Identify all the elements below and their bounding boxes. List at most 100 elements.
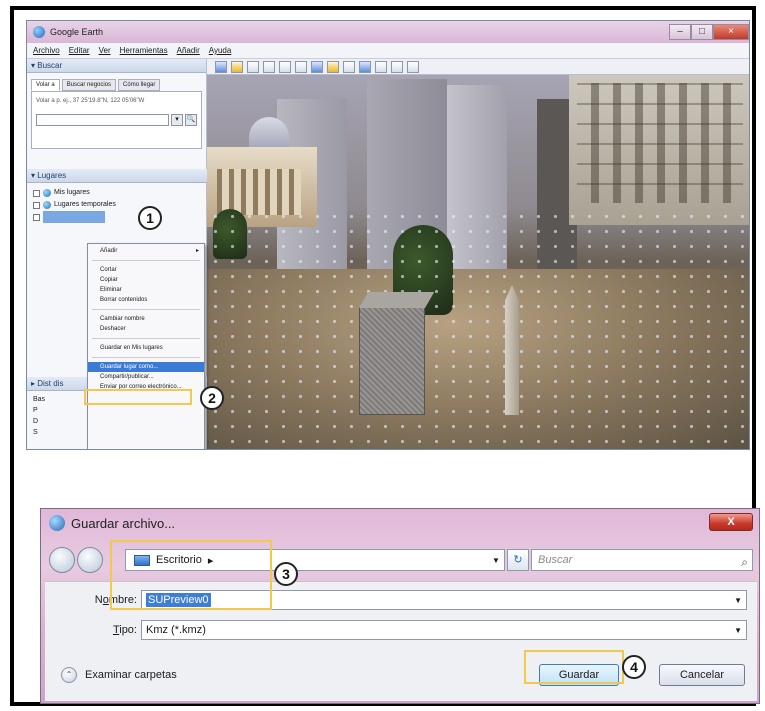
menu-item-deshacer[interactable]: Deshacer — [88, 324, 204, 334]
record-tour-icon[interactable] — [295, 60, 307, 73]
tab-como-llegar[interactable]: Cómo llegar — [118, 79, 161, 91]
menu-item-borrar-contenidos[interactable]: Borrar contenidos — [88, 295, 204, 305]
minimize-button[interactable]: – — [669, 24, 691, 40]
browse-folders-label[interactable]: Examinar carpetas — [85, 669, 177, 681]
google-earth-logo-icon — [33, 26, 45, 38]
save-file-dialog: Guardar archivo... X Escritorio ▸ ▼ ↻ Bu… — [40, 508, 760, 704]
google-earth-window: Google Earth – □ × Archivo Editar Ver He… — [26, 20, 750, 450]
dialog-title-bar: Guardar archivo... — [41, 509, 759, 537]
search-tabs: Volar a Buscar negocios Cómo llegar — [27, 73, 206, 91]
chevron-down-icon[interactable]: ▼ — [734, 596, 742, 605]
tree-item-lugares-temporales[interactable]: Lugares temporales — [33, 199, 201, 211]
sun-icon[interactable] — [327, 60, 339, 73]
places-panel-header[interactable]: ▾ Lugares — [27, 169, 207, 183]
google-maps-icon[interactable] — [407, 60, 419, 73]
checkbox-icon[interactable] — [33, 213, 40, 221]
chevron-down-icon[interactable]: ▼ — [488, 556, 504, 565]
cancel-button[interactable]: Cancelar — [659, 664, 745, 686]
menu-item-cortar[interactable]: Cortar — [88, 265, 204, 275]
browse-folders-toggle[interactable]: ⌃ Examinar carpetas — [61, 667, 177, 683]
planets-icon[interactable] — [343, 60, 355, 73]
checkbox-icon[interactable] — [33, 189, 40, 197]
tab-buscar-negocios[interactable]: Buscar negocios — [61, 79, 117, 91]
obelisk — [505, 285, 519, 415]
selected-place[interactable] — [43, 211, 105, 223]
menu-item-guardar-lugar-como[interactable]: Guardar lugar como... — [88, 362, 204, 372]
search-icon: ⌕ — [741, 555, 748, 569]
fly-to-box: Volar a p. ej., 37 25'19.8"N, 122 05'06"… — [31, 91, 202, 149]
menu-item-copiar[interactable]: Copiar — [88, 275, 204, 285]
address-path[interactable]: Escritorio — [156, 554, 202, 566]
folder-icon — [43, 201, 51, 209]
ge-title-bar: Google Earth – □ × — [27, 21, 749, 43]
email-icon[interactable] — [375, 60, 387, 73]
filetype-select[interactable]: Kmz (*.kmz) ▼ — [141, 620, 747, 640]
menu-separator — [92, 309, 200, 310]
menu-herramientas[interactable]: Herramientas — [120, 46, 168, 55]
menu-item-enviar-correo[interactable]: Enviar por correo electrónico... — [88, 382, 204, 392]
menu-separator — [92, 357, 200, 358]
submenu-arrow-icon: ▸ — [195, 248, 199, 254]
dialog-close-button[interactable]: X — [709, 513, 753, 531]
fly-to-hint: Volar a p. ej., 37 25'19.8"N, 122 05'06"… — [36, 98, 145, 104]
building — [569, 65, 749, 225]
placemark-icon[interactable] — [231, 60, 243, 73]
screenshot-frame: Google Earth – □ × Archivo Editar Ver He… — [10, 6, 760, 706]
fly-to-search-button[interactable]: 🔍 — [185, 114, 197, 126]
menu-item-compartir-publicar[interactable]: Compartir/publicar... — [88, 372, 204, 382]
print-icon[interactable] — [391, 60, 403, 73]
menu-editar[interactable]: Editar — [69, 46, 90, 55]
menu-anadir[interactable]: Añadir — [177, 46, 200, 55]
filename-field[interactable]: SUPreview0 ▼ — [141, 590, 747, 610]
google-earth-logo-icon — [49, 515, 65, 531]
filetype-row: Tipo: Kmz (*.kmz) ▼ — [45, 620, 747, 640]
tree-item-selected[interactable] — [33, 211, 201, 223]
hide-sidebar-icon[interactable] — [215, 60, 227, 73]
search-input[interactable]: Buscar ⌕ — [531, 549, 753, 571]
menu-ver[interactable]: Ver — [99, 46, 111, 55]
dialog-footer: ⌃ Examinar carpetas Guardar Cancelar — [45, 653, 757, 701]
polygon-icon[interactable] — [247, 60, 259, 73]
context-menu: Añadir ▸ Cortar Copiar Eliminar Borrar co… — [87, 243, 205, 449]
save-form: Nombre: SUPreview0 ▼ Tipo: Kmz (*.kmz) ▼ — [45, 581, 757, 653]
breadcrumb-arrow-icon[interactable]: ▸ — [208, 554, 214, 567]
callout-badge-4: 4 — [622, 655, 646, 679]
menu-archivo[interactable]: Archivo — [33, 46, 60, 55]
tree-item-mis-lugares[interactable]: Mis lugares — [33, 187, 201, 199]
fly-to-input[interactable] — [36, 114, 169, 126]
save-button[interactable]: Guardar — [539, 664, 619, 686]
ge-window-title: Google Earth — [50, 27, 104, 37]
forward-arrow-icon[interactable] — [77, 547, 103, 573]
callout-badge-2: 2 — [200, 386, 224, 410]
menu-item-eliminar[interactable]: Eliminar — [88, 285, 204, 295]
ge-close-button[interactable]: × — [713, 24, 749, 40]
fly-to-dropdown[interactable]: ▾ — [171, 114, 183, 126]
chevron-down-icon[interactable]: ▼ — [734, 626, 742, 635]
address-bar[interactable]: Escritorio ▸ ▼ — [125, 549, 505, 571]
menu-item-cambiar-nombre[interactable]: Cambiar nombre — [88, 314, 204, 324]
path-icon[interactable] — [263, 60, 275, 73]
historical-imagery-icon[interactable] — [311, 60, 323, 73]
expand-icon[interactable]: ⌃ — [61, 667, 77, 683]
earth-3d-view[interactable] — [207, 59, 749, 449]
desktop-icon — [134, 554, 150, 566]
ge-menu-bar: Archivo Editar Ver Herramientas Añadir A… — [27, 43, 749, 59]
filename-value[interactable]: SUPreview0 — [146, 593, 211, 607]
refresh-icon[interactable]: ↻ — [507, 549, 529, 571]
menu-item-anadir[interactable]: Añadir ▸ — [88, 246, 204, 256]
checkbox-icon[interactable] — [33, 201, 40, 209]
back-arrow-icon[interactable] — [49, 547, 75, 573]
callout-badge-3: 3 — [274, 562, 298, 586]
menu-ayuda[interactable]: Ayuda — [209, 46, 232, 55]
globe-icon — [43, 189, 51, 197]
model-cube — [359, 307, 425, 415]
image-overlay-icon[interactable] — [279, 60, 291, 73]
menu-item-guardar-mis-lugares[interactable]: Guardar en Mis lugares — [88, 343, 204, 353]
ge-window-buttons: – □ × — [669, 24, 749, 40]
search-panel-header[interactable]: ▾ Buscar — [27, 59, 206, 73]
tab-volar-a[interactable]: Volar a — [31, 79, 60, 91]
ge-toolbar — [207, 59, 749, 75]
maximize-button[interactable]: □ — [691, 24, 713, 40]
ruler-icon[interactable] — [359, 60, 371, 73]
filename-row: Nombre: SUPreview0 ▼ — [45, 590, 747, 610]
